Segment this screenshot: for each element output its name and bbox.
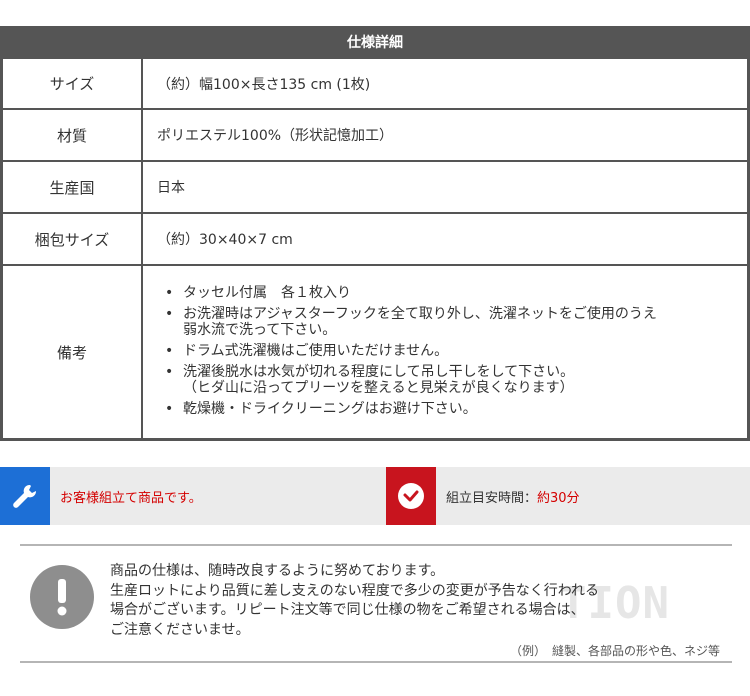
assembly-banner: お客様組立て商品です。 組立目安時間：約30分 <box>0 467 750 525</box>
caution-line: ご注意くださいませ。 <box>110 621 250 638</box>
caution-line: 場合がございます。リピート注文等で同じ仕様の物をご希望される場合は、 <box>110 602 585 618</box>
note-item: 洗濯後脱水は水気が切れる程度にして吊し干しをして下さい。 （ヒダ山に沿ってプリー… <box>161 364 657 396</box>
spec-label: 材質 <box>3 110 143 160</box>
caution-example: （例） 縫製、各部品の形や色、ネジ等 <box>509 644 720 658</box>
note-item: お洗濯時はアジャスターフックを全て取り外し、洗濯ネットをご使用のうえ 弱水流で洗… <box>161 306 657 338</box>
spec-row-material: 材質 ポリエステル100%（形状記憶加工） <box>3 108 747 160</box>
note-item: 乾燥機・ドライクリーニングはお避け下さい。 <box>161 401 657 417</box>
assembly-time-value: 約30分 <box>537 490 580 506</box>
spec-row-notes: 備考 タッセル付属 各１枚入り お洗濯時はアジャスターフックを全て取り外し、洗濯… <box>3 264 747 438</box>
spec-title: 仕様詳細 <box>3 26 747 57</box>
spec-label: 生産国 <box>3 162 143 212</box>
spec-row-size: サイズ （約）幅100×長さ135 cm (1枚) <box>3 57 747 108</box>
clock-icon <box>386 467 436 525</box>
spec-value: （約）幅100×長さ135 cm (1枚) <box>157 76 371 93</box>
spec-row-package-size: 梱包サイズ （約）30×40×7 cm <box>3 212 747 264</box>
caution-text: 商品の仕様は、随時改良するように努めております。 生産ロットにより品質に差し支え… <box>110 562 710 640</box>
notes-cell: タッセル付属 各１枚入り お洗濯時はアジャスターフックを全て取り外し、洗濯ネット… <box>143 266 747 438</box>
assembly-time: 組立目安時間：約30分 <box>386 467 750 525</box>
spec-value: （約）30×40×7 cm <box>157 232 293 248</box>
spec-value: ポリエステル100%（形状記憶加工） <box>157 128 394 144</box>
note-item: ドラム式洗濯機はご使用いただけません。 <box>161 343 657 359</box>
assembly-notice: お客様組立て商品です。 <box>0 467 386 525</box>
spec-table: 仕様詳細 サイズ （約）幅100×長さ135 cm (1枚) 材質 ポリエステル… <box>0 26 750 441</box>
spec-label: 備考 <box>3 266 143 438</box>
wrench-icon <box>0 467 50 525</box>
spec-label: サイズ <box>3 59 143 108</box>
caution-line: 生産ロットにより品質に差し支えのない程度で多少の変更が予告なく行われる <box>110 582 600 599</box>
spec-label: 梱包サイズ <box>3 214 143 264</box>
spec-row-country: 生産国 日本 <box>3 160 747 212</box>
caution-divider-bottom <box>20 661 732 663</box>
assembly-notice-text: お客様組立て商品です。 <box>60 490 202 506</box>
assembly-time-label: 組立目安時間： <box>446 490 538 506</box>
caution-divider-top <box>20 544 732 546</box>
caution-line: 商品の仕様は、随時改良するように努めております。 <box>110 563 445 579</box>
note-item: タッセル付属 各１枚入り <box>161 285 657 301</box>
spec-value: 日本 <box>157 180 185 196</box>
exclamation-icon <box>30 565 94 629</box>
notes-list: タッセル付属 各１枚入り お洗濯時はアジャスターフックを全て取り外し、洗濯ネット… <box>157 282 657 422</box>
